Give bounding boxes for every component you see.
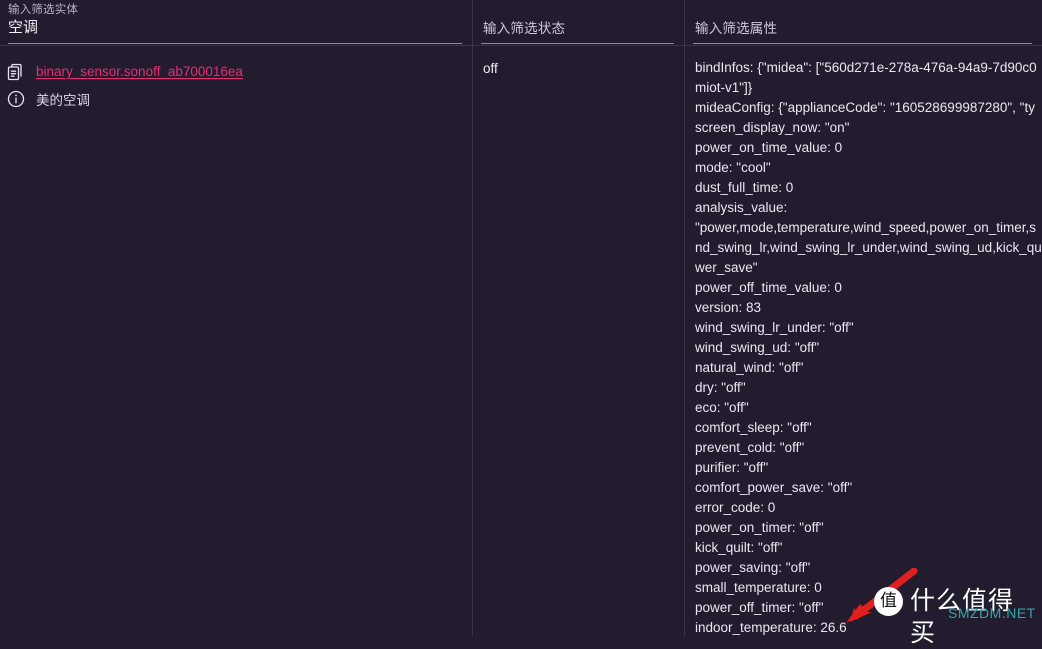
attribute-line: comfort_power_save: "off" (695, 480, 853, 495)
state-header-underline (481, 43, 674, 44)
attribute-line: wind_swing_lr_under: "off" (695, 320, 854, 335)
attribute-line: bindInfos: {"midea": ["560d271e-278a-476… (695, 60, 1037, 75)
table-row[interactable]: 美的空调 (0, 85, 472, 112)
entity-attributes-table: 输入筛选实体 空调 binary_sensor.sonoff_ab700016e… (0, 0, 1042, 636)
attribute-line: purifier: "off" (695, 460, 769, 475)
attribute-line: power_off_timer: "off" (695, 600, 824, 615)
attribute-line: dust_full_time: 0 (695, 180, 794, 195)
attribute-line: mideaConfig: {"applianceCode": "16052869… (695, 100, 1035, 115)
attribute-line: eco: "off" (695, 400, 749, 415)
attributes-column-body: bindInfos: {"midea": ["560d271e-278a-476… (685, 45, 1042, 636)
attribute-line: wind_swing_ud: "off" (695, 340, 820, 355)
column-attributes: 输入筛选属性 bindInfos: {"midea": ["560d271e-2… (684, 0, 1042, 636)
entity-column-header: 输入筛选实体 空调 (0, 0, 472, 44)
attribute-line: power_saving: "off" (695, 560, 811, 575)
attribute-line: kick_quilt: "off" (695, 540, 783, 555)
attribute-line: natural_wind: "off" (695, 360, 804, 375)
attribute-line: "power,mode,temperature,wind_speed,power… (695, 220, 1036, 235)
attribute-line: nd_swing_lr,wind_swing_lr_under,wind_swi… (695, 240, 1042, 255)
attributes-column-header: 输入筛选属性 (685, 0, 1042, 44)
attributes-list: bindInfos: {"midea": ["560d271e-278a-476… (685, 46, 1042, 636)
state-column-body: off (473, 45, 684, 636)
column-state: 输入筛选状态 off (472, 0, 684, 636)
attributes-header-underline (693, 43, 1032, 44)
attribute-line: screen_display_now: "on" (695, 120, 850, 135)
clipboard-copy-icon[interactable] (6, 62, 26, 82)
attributes-filter-label: 输入筛选属性 (695, 21, 778, 36)
attribute-line: miot-v1"]} (695, 80, 753, 95)
entity-filter-label: 输入筛选实体 (8, 4, 79, 16)
attribute-line: dry: "off" (695, 380, 746, 395)
attribute-line: analysis_value: (695, 200, 788, 215)
attribute-line: indoor_temperature: 26.6 (695, 620, 847, 635)
entity-friendly-name: 美的空调 (36, 92, 90, 108)
state-filter-label: 输入筛选状态 (483, 21, 566, 36)
attribute-line: prevent_cold: "off" (695, 440, 805, 455)
attribute-line: wer_save" (695, 260, 758, 275)
attribute-line: power_off_time_value: 0 (695, 280, 842, 295)
attribute-line: small_temperature: 0 (695, 580, 822, 595)
attribute-line: power_on_time_value: 0 (695, 140, 843, 155)
entity-id-link[interactable]: binary_sensor.sonoff_ab700016ea (36, 64, 243, 79)
entity-header-underline (8, 43, 462, 44)
attribute-line: error_code: 0 (695, 500, 776, 515)
attribute-line: version: 83 (695, 300, 762, 315)
attribute-line: power_on_timer: "off" (695, 520, 824, 535)
state-value: off (483, 61, 498, 76)
attribute-line: mode: "cool" (695, 160, 771, 175)
table-row[interactable]: binary_sensor.sonoff_ab700016ea (0, 58, 472, 85)
column-entity: 输入筛选实体 空调 binary_sensor.sonoff_ab700016e… (0, 0, 472, 636)
entity-column-body: binary_sensor.sonoff_ab700016ea 美的空调 (0, 45, 472, 636)
info-circle-icon[interactable] (6, 89, 26, 109)
state-column-header: 输入筛选状态 (473, 0, 684, 44)
attribute-line: comfort_sleep: "off" (695, 420, 812, 435)
entity-filter-value: 空调 (8, 19, 39, 36)
